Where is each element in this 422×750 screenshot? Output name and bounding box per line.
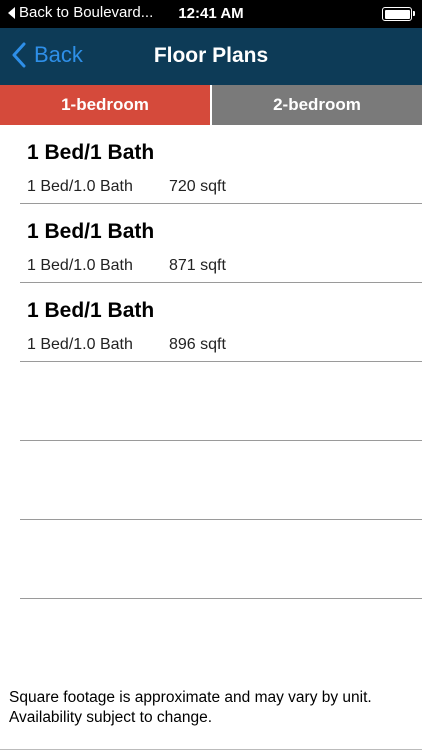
floor-plan-beds-baths: 1 Bed/1.0 Bath — [27, 257, 133, 274]
page-title: Floor Plans — [153, 44, 269, 67]
floor-plan-row[interactable]: 1 Bed/1 Bath 1 Bed/1.0 Bath 720 sqft — [20, 125, 422, 204]
tab-label: 2-bedroom — [273, 95, 361, 114]
bedroom-tabs: 1-bedroom 2-bedroom — [0, 85, 422, 125]
floor-plan-list: 1 Bed/1 Bath 1 Bed/1.0 Bath 720 sqft 1 B… — [20, 125, 422, 599]
battery-icon — [382, 7, 415, 21]
tab-2-bedroom[interactable]: 2-bedroom — [210, 85, 422, 125]
empty-list-row — [20, 441, 422, 520]
tab-1-bedroom[interactable]: 1-bedroom — [0, 85, 210, 125]
tab-label: 1-bedroom — [61, 95, 149, 114]
floor-plan-title: 1 Bed/1 Bath — [27, 141, 155, 164]
floor-plan-sqft: 871 sqft — [169, 257, 226, 274]
disclaimer-line: Availability subject to change. — [9, 709, 213, 726]
navigation-bar: Back Floor Plans — [0, 28, 422, 85]
disclaimer-line: Square footage is approximate and may va… — [9, 689, 372, 706]
status-bar: Back to Boulevard... 12:41 AM — [0, 0, 422, 28]
floor-plan-title: 1 Bed/1 Bath — [27, 220, 155, 243]
empty-list-row — [20, 520, 422, 599]
disclaimer-text: Square footage is approximate and may va… — [9, 688, 419, 728]
floor-plan-sqft: 896 sqft — [169, 336, 226, 353]
floor-plan-beds-baths: 1 Bed/1.0 Bath — [27, 178, 133, 195]
empty-list-row — [20, 362, 422, 441]
status-time: 12:41 AM — [178, 5, 244, 22]
floor-plan-row[interactable]: 1 Bed/1 Bath 1 Bed/1.0 Bath 871 sqft — [20, 204, 422, 283]
floor-plan-title: 1 Bed/1 Bath — [27, 299, 155, 322]
floor-plan-row[interactable]: 1 Bed/1 Bath 1 Bed/1.0 Bath 896 sqft — [20, 283, 422, 362]
floor-plan-beds-baths: 1 Bed/1.0 Bath — [27, 336, 133, 353]
floor-plan-sqft: 720 sqft — [169, 178, 226, 195]
